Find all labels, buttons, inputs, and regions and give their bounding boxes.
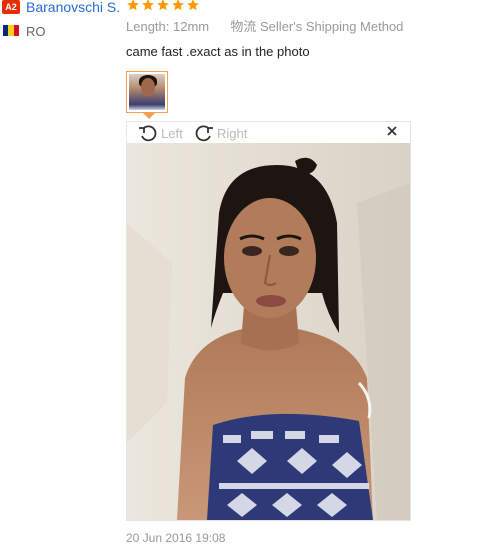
reviewer-name[interactable]: Baranovschi S. [26, 0, 120, 15]
review-date: 20 Jun 2016 19:08 [126, 531, 226, 545]
attribute-name: 物流 [230, 19, 257, 34]
viewer-toolbar: Left Right [127, 122, 410, 142]
thumbnail-image [129, 74, 165, 110]
attribute-value: Seller's Shipping Method [260, 19, 404, 34]
rotate-left-button[interactable]: Left [137, 124, 183, 142]
star-icon [187, 0, 199, 11]
rating-stars [126, 0, 200, 12]
review-photo [127, 143, 410, 520]
star-icon [157, 0, 169, 11]
rotate-left-label: Left [161, 125, 183, 141]
attribute-value: 12mm [173, 19, 210, 34]
image-viewer: Left Right [126, 121, 411, 521]
review-attributes: Length: 12mm 物流 Seller's Shipping Method [126, 19, 403, 35]
photo-thumbnail[interactable] [126, 71, 168, 113]
rotate-right-button[interactable]: Right [193, 124, 247, 142]
star-icon [142, 0, 154, 11]
attribute-name: Length: [126, 19, 170, 34]
flag-icon [3, 25, 19, 36]
review-comment: came fast .exact as in the photo [126, 44, 310, 59]
rotate-left-icon [139, 125, 157, 142]
star-icon [127, 0, 139, 11]
reviewer-country: RO [26, 24, 46, 39]
photo-illustration [127, 143, 410, 520]
reviewer-level-badge: A2 [2, 0, 20, 14]
thumbnail-pointer [143, 113, 155, 119]
close-icon[interactable] [386, 125, 398, 137]
rotate-right-icon [195, 125, 213, 142]
rotate-right-label: Right [217, 125, 248, 141]
star-icon [172, 0, 184, 11]
